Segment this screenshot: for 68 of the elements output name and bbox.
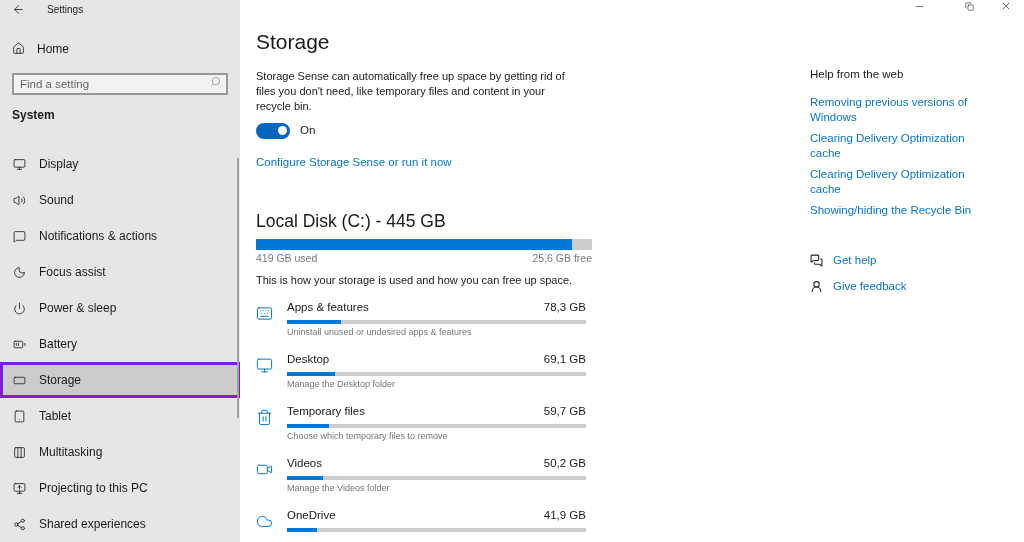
nav-item[interactable]: Storage bbox=[0, 362, 240, 398]
category-size: 50,2 GB bbox=[543, 455, 586, 471]
tablet-icon bbox=[13, 409, 26, 423]
nav-item[interactable]: Projecting to this PC bbox=[0, 470, 240, 506]
toggle-label: On bbox=[300, 123, 316, 138]
category-name: Videos bbox=[287, 455, 322, 471]
search-field[interactable]: Find a setting bbox=[12, 73, 228, 95]
nav-item[interactable]: Focus assist bbox=[0, 254, 240, 290]
speaker-icon bbox=[13, 193, 26, 207]
restore-icon[interactable] bbox=[965, 1, 974, 11]
nav-item[interactable]: Notifications & actions bbox=[0, 218, 240, 254]
storage-category[interactable]: OneDrive 41,9 GB bbox=[256, 506, 596, 542]
nav-item[interactable]: Sound bbox=[0, 182, 240, 218]
help-link[interactable]: Removing previous versions of Windows bbox=[810, 95, 980, 126]
storage-category[interactable]: Apps & features 78,3 GB Uninstall unused or undesired apps & features bbox=[256, 298, 596, 351]
category-hint: Uninstall unused or undesired apps & features bbox=[287, 326, 473, 339]
back-icon[interactable] bbox=[12, 2, 25, 16]
used-label: 419 GB used bbox=[256, 250, 318, 266]
category-hint: Manage the Videos folder bbox=[287, 482, 391, 495]
nav-item[interactable]: Multitasking bbox=[0, 434, 240, 470]
person-icon bbox=[810, 279, 823, 293]
help-action[interactable]: Get help bbox=[810, 252, 980, 270]
category-size: 78,3 GB bbox=[543, 299, 586, 315]
category-hint: Choose which temporary files to remove bbox=[287, 430, 449, 443]
trash-icon bbox=[256, 408, 273, 426]
moon-icon bbox=[13, 265, 26, 279]
storage-category[interactable]: Temporary files 59,7 GB Choose which temporary files to remove bbox=[256, 402, 596, 455]
description: Storage Sense can automatically free up space by getting rid of files you don't need, like temporary files and content in your recycle bin. bbox=[256, 69, 566, 114]
power-icon bbox=[13, 301, 26, 315]
nav-item[interactable]: Battery bbox=[0, 326, 240, 362]
disk-title: Local Disk (C:) - 445 GB bbox=[256, 209, 447, 232]
nav-item[interactable]: Shared experiences bbox=[0, 506, 240, 542]
help-link[interactable]: Clearing Delivery Optimization cache bbox=[810, 167, 980, 198]
toggle-switch[interactable] bbox=[256, 122, 290, 139]
home-icon bbox=[12, 42, 25, 56]
help-action[interactable]: Give feedback bbox=[810, 277, 980, 295]
usage-intro: This is how your storage is used and how you can free up space. bbox=[256, 273, 574, 289]
section-heading: System bbox=[11, 107, 56, 124]
share-icon bbox=[13, 517, 26, 531]
category-size: 41,9 GB bbox=[543, 507, 586, 523]
category-name: OneDrive bbox=[287, 507, 336, 523]
page-title: Storage bbox=[256, 29, 331, 55]
category-name: Desktop bbox=[287, 351, 330, 367]
monitor-icon bbox=[13, 157, 26, 171]
keyboard-icon bbox=[256, 304, 273, 322]
help-link[interactable]: Clearing Delivery Optimization cache bbox=[810, 131, 980, 162]
chat-icon bbox=[810, 254, 823, 268]
storage-category[interactable]: Desktop 69,1 GB Manage the Desktop folder bbox=[256, 350, 596, 403]
help-link[interactable]: Showing/hiding the Recycle Bin bbox=[810, 203, 980, 219]
category-hint: Manage the Desktop folder bbox=[287, 378, 397, 391]
columns-icon bbox=[13, 445, 26, 459]
category-size: 69,1 GB bbox=[543, 351, 586, 367]
monitor-icon bbox=[256, 356, 273, 374]
help-heading: Help from the web bbox=[810, 67, 905, 82]
free-label: 25,6 GB free bbox=[532, 250, 592, 266]
close-icon[interactable] bbox=[1000, 0, 1012, 12]
category-size: 59,7 GB bbox=[543, 403, 586, 419]
storage-category[interactable]: Videos 50,2 GB Manage the Videos folder bbox=[256, 454, 596, 507]
speech-bubble-icon bbox=[13, 229, 26, 243]
nav-item[interactable]: Tablet bbox=[0, 398, 240, 434]
configure-link[interactable]: Configure Storage Sense or run it now bbox=[256, 154, 596, 172]
projector-icon bbox=[13, 481, 26, 495]
category-name: Apps & features bbox=[287, 299, 369, 315]
window-title: Settings bbox=[47, 2, 84, 17]
nav-item[interactable]: Display bbox=[0, 146, 240, 182]
home-link[interactable]: Home bbox=[0, 39, 240, 58]
category-name: Temporary files bbox=[287, 403, 365, 419]
nav-item[interactable]: Power & sleep bbox=[0, 290, 240, 326]
